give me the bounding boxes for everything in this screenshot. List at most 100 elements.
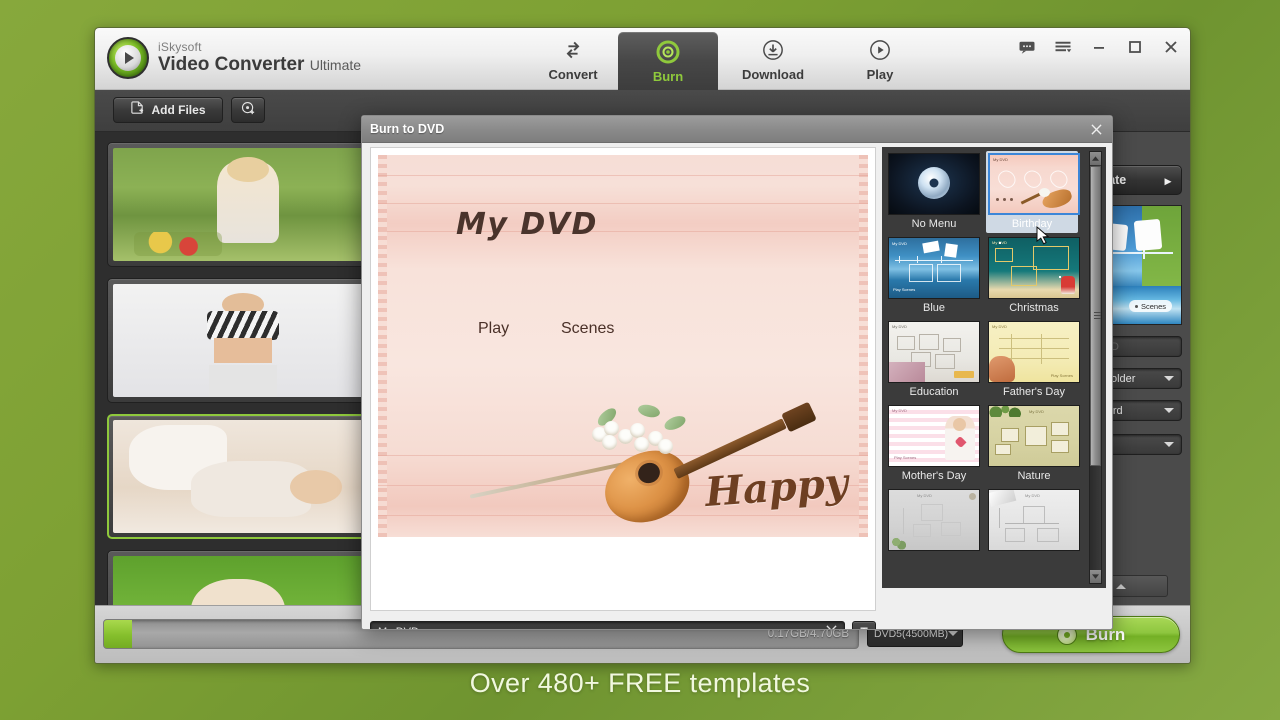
menu-icon[interactable] xyxy=(1052,36,1074,58)
template-thumbnail: My DVD xyxy=(988,153,1080,215)
chevron-up-icon xyxy=(1115,583,1126,589)
nav-tab-download-label: Download xyxy=(741,66,805,82)
template-thumbnail: My DVD xyxy=(888,489,980,551)
template-item-education[interactable]: My DVD Education xyxy=(888,321,980,399)
title-bar: iSkysoft Video Converter Ultimate Conver… xyxy=(95,28,1190,90)
preview-dvd-title[interactable]: My DVD xyxy=(456,207,598,242)
template-name: Christmas xyxy=(1009,302,1059,314)
chevron-down-icon xyxy=(1164,441,1174,447)
feedback-icon[interactable] xyxy=(1016,36,1038,58)
close-icon[interactable] xyxy=(1160,36,1182,58)
template-item-mothers-day[interactable]: My DVD Play Scenes Mother's Day xyxy=(888,405,980,483)
template-list-panel[interactable]: No Menu My DVD Birthday My DVD Play Scen… xyxy=(882,147,1106,588)
file-list-item[interactable] xyxy=(107,142,379,267)
maximize-icon[interactable] xyxy=(1124,36,1146,58)
menu-preview-panel: My DVD Play Scenes Happy xyxy=(370,147,876,611)
brand-edition: Ultimate xyxy=(309,56,362,73)
template-item-fathers-day[interactable]: My DVD Play Scenes Father's Day xyxy=(988,321,1080,399)
template-item-christmas[interactable]: My DVD Christmas xyxy=(988,237,1080,315)
close-icon[interactable] xyxy=(1088,121,1104,137)
template-item-blue[interactable]: My DVD Play Scenes Blue xyxy=(888,237,980,315)
scroll-up-icon[interactable] xyxy=(1090,152,1101,165)
dvd-name-value: My DVD xyxy=(378,626,419,629)
template-thumbnail: My DVD Play Scenes xyxy=(988,321,1080,383)
file-list-item[interactable] xyxy=(107,550,379,605)
file-thumbnail xyxy=(113,148,373,261)
file-add-icon xyxy=(130,101,145,119)
template-thumbnail xyxy=(888,153,980,215)
template-grid: No Menu My DVD Birthday My DVD Play Scen… xyxy=(882,147,1088,555)
template-item-no-menu[interactable]: No Menu xyxy=(888,153,980,231)
template-item-birthday[interactable]: My DVD Birthday xyxy=(986,151,1080,233)
template-name: Mother's Day xyxy=(901,470,967,482)
burn-to-dvd-dialog: Burn to DVD My DVD Play Scenes Happy No … xyxy=(361,115,1113,630)
iskysoft-logo-icon xyxy=(107,37,149,79)
nav-tab-play-label: Play xyxy=(866,66,894,82)
add-files-button[interactable]: Add Files xyxy=(113,97,223,123)
convert-icon xyxy=(560,37,586,63)
dialog-footer: OK Cancel xyxy=(882,559,1112,629)
scrollbar-grip-icon xyxy=(1094,312,1101,319)
brand-product: Video Converter Ultimate xyxy=(158,53,362,75)
download-icon xyxy=(760,37,786,63)
chevron-down-icon xyxy=(948,631,959,636)
application-window: iSkysoft Video Converter Ultimate Conver… xyxy=(94,27,1191,664)
nav-tab-download[interactable]: Download xyxy=(723,28,823,90)
template-name: Blue xyxy=(922,302,946,314)
file-thumbnail xyxy=(113,284,373,397)
nav-tab-burn-label: Burn xyxy=(652,68,684,84)
preview-play-label[interactable]: Play xyxy=(478,320,509,338)
scrollbar-thumb[interactable] xyxy=(1090,166,1101,466)
clear-icon[interactable] xyxy=(826,625,837,629)
chevron-down-icon xyxy=(1164,376,1174,381)
template-item-extra-2[interactable]: My DVD xyxy=(988,489,1080,555)
brand-vendor: iSkysoft xyxy=(158,39,202,54)
burn-disc-icon xyxy=(655,39,681,65)
file-list-item[interactable] xyxy=(107,278,379,403)
chevron-right-icon: ▸ xyxy=(1164,173,1171,188)
nav-tab-burn[interactable]: Burn xyxy=(618,32,718,90)
app-logo: iSkysoft Video Converter Ultimate xyxy=(107,37,361,79)
preview-scenes-label[interactable]: Scenes xyxy=(561,320,614,338)
chevron-down-icon xyxy=(1164,408,1174,413)
play-icon xyxy=(867,37,893,63)
nav-tab-convert[interactable]: Convert xyxy=(523,28,623,90)
dvd-name-row: My DVD T xyxy=(370,621,876,629)
file-list-item[interactable] xyxy=(107,414,379,539)
template-thumbnail: My DVD Play Scenes xyxy=(888,237,980,299)
dialog-title: Burn to DVD xyxy=(370,122,445,136)
template-thumbnail: My DVD xyxy=(988,405,1080,467)
add-disc-button[interactable] xyxy=(231,97,265,123)
template-thumbnail: My DVD xyxy=(988,489,1080,551)
dialog-body: My DVD Play Scenes Happy No Menu My DVD … xyxy=(362,143,1112,629)
template-name: Education xyxy=(909,386,959,398)
template-thumbnail: My DVD xyxy=(888,321,980,383)
template-thumbnail: My DVD xyxy=(988,237,1080,299)
progress-fill xyxy=(104,620,132,648)
template-name: Father's Day xyxy=(1002,386,1065,398)
template-name xyxy=(888,551,980,555)
template-name: Nature xyxy=(1017,470,1051,482)
dialog-title-bar: Burn to DVD xyxy=(362,116,1112,143)
template-list-scrollbar[interactable] xyxy=(1089,151,1102,584)
template-item-extra-1[interactable]: My DVD xyxy=(888,489,980,555)
template-name: Birthday xyxy=(1011,218,1053,230)
text-style-button[interactable]: T xyxy=(852,621,876,629)
nav-tab-convert-label: Convert xyxy=(548,66,598,82)
dvd-name-input[interactable]: My DVD xyxy=(370,621,845,629)
video-caption: Over 480+ FREE templates xyxy=(469,668,811,698)
file-thumbnail xyxy=(113,556,373,605)
file-thumbnail xyxy=(113,420,373,533)
disc-add-icon xyxy=(241,101,256,119)
minimize-icon[interactable] xyxy=(1088,36,1110,58)
window-controls xyxy=(1016,36,1182,58)
file-list[interactable] xyxy=(95,132,395,605)
template-thumbnail: My DVD Play Scenes xyxy=(888,405,980,467)
template-preview-scenes: Scenes xyxy=(1129,300,1173,312)
add-files-label: Add Files xyxy=(151,103,206,117)
nav-tab-play[interactable]: Play xyxy=(830,28,930,90)
template-name xyxy=(988,551,1080,555)
flowers-decoration-icon xyxy=(590,401,720,463)
dvd-menu-preview[interactable]: My DVD Play Scenes Happy xyxy=(378,155,868,537)
template-item-nature[interactable]: My DVD Nature xyxy=(988,405,1080,483)
